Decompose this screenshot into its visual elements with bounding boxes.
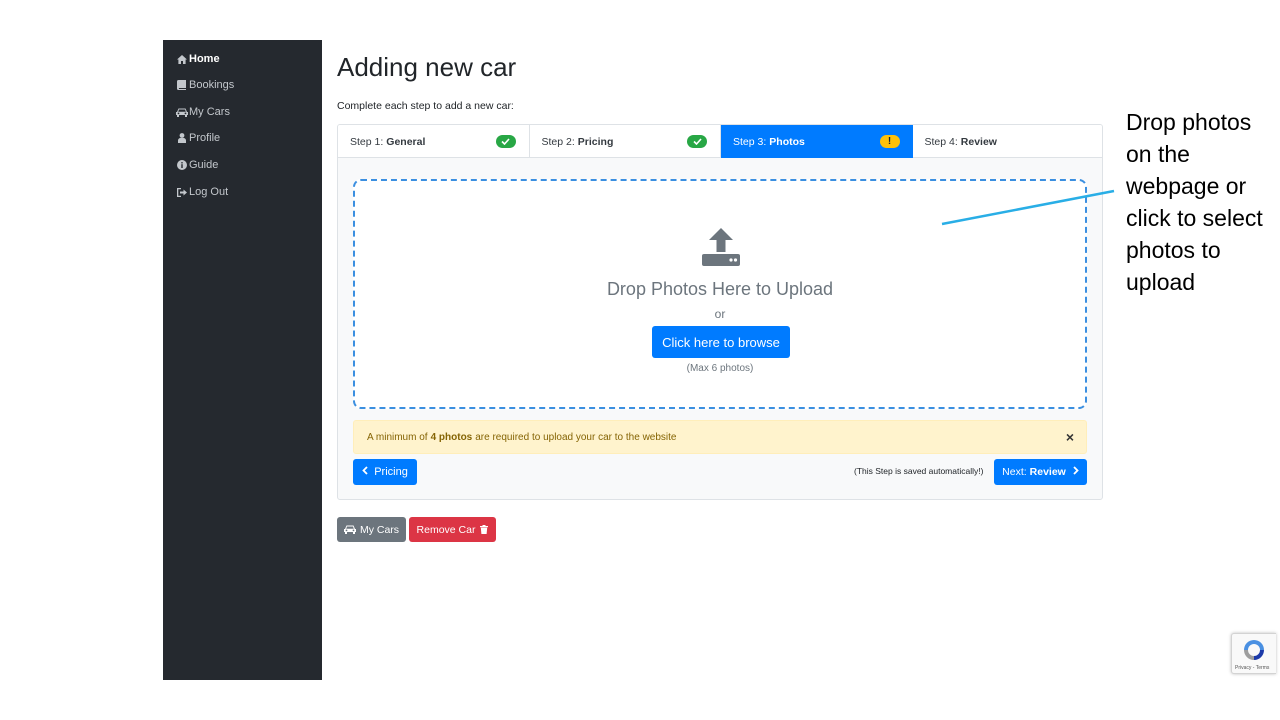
sidebar-item-label: Home — [189, 53, 220, 65]
chevron-right-icon — [1073, 466, 1079, 478]
book-icon — [174, 80, 189, 90]
recaptcha-badge[interactable]: Privacy - Terms — [1231, 633, 1276, 674]
step-prefix: Step 1: — [350, 135, 384, 148]
autosave-note: (This Step is saved automatically!) — [854, 466, 984, 476]
photo-dropzone[interactable]: Drop Photos Here to Upload or Click here… — [353, 179, 1087, 409]
info-icon — [174, 160, 189, 170]
trash-icon — [480, 525, 489, 534]
sidebar-item-profile[interactable]: Profile — [174, 128, 220, 148]
tab-step-general[interactable]: Step 1: General — [338, 125, 530, 158]
main-content: Adding new car Complete each step to add… — [322, 40, 1276, 680]
sidebar-item-label: Guide — [189, 159, 219, 171]
step-prefix: Step 2: — [541, 135, 575, 148]
sidebar-item-label: Profile — [189, 132, 221, 144]
check-icon — [495, 135, 516, 148]
dropzone-title: Drop Photos Here to Upload — [606, 279, 834, 299]
user-icon — [174, 133, 189, 143]
sidebar-item-label: Bookings — [189, 79, 235, 91]
page-title: Adding new car — [337, 52, 517, 82]
prev-step-button[interactable]: Pricing — [353, 459, 417, 485]
home-icon — [174, 54, 189, 64]
next-step-button[interactable]: Next: Review — [994, 459, 1087, 485]
warning-icon: ! — [879, 135, 900, 148]
sidebar-item-guide[interactable]: Guide — [174, 155, 218, 175]
recaptcha-icon — [1244, 640, 1264, 660]
alert-text-before: A minimum of — [367, 431, 428, 443]
wizard-card: Step 1: General Step 2: Pricing Step 3: Pho… — [337, 124, 1103, 500]
remove-car-button[interactable]: Remove Car — [409, 517, 496, 542]
dropzone-or: or — [714, 307, 726, 321]
step-name: Photos — [769, 135, 805, 148]
next-step-label: Review — [1029, 466, 1066, 478]
chevron-left-icon — [362, 466, 368, 478]
prev-step-label: Pricing — [374, 466, 408, 478]
my-cars-label: My Cars — [359, 523, 400, 536]
annotation-text: Drop photos on the webpage or click to s… — [1126, 109, 1263, 295]
step-prefix: Step 4: — [924, 135, 958, 148]
alert-text-bold: 4 photos — [430, 431, 473, 443]
browse-button[interactable]: Click here to browse — [652, 326, 790, 358]
remove-car-label: Remove Car — [416, 523, 476, 536]
step-name: General — [386, 135, 426, 148]
recaptcha-terms: Privacy - Terms — [1235, 665, 1270, 671]
step-prefix: Step 3: — [733, 135, 767, 148]
step-name: Pricing — [577, 135, 614, 148]
tab-step-pricing[interactable]: Step 2: Pricing — [530, 125, 721, 158]
car-icon — [343, 525, 356, 534]
sidebar-item-logout[interactable]: Log Out — [174, 182, 228, 202]
page-subtitle: Complete each step to add a new car: — [337, 100, 514, 112]
my-cars-button[interactable]: My Cars — [337, 517, 406, 542]
tab-step-review[interactable]: Step 4: Review — [913, 125, 1103, 158]
sidebar-item-home[interactable]: Home — [174, 49, 220, 69]
step-name: Review — [960, 135, 997, 148]
sidebar: Home Bookings My Cars Profile Guide Log … — [163, 40, 322, 680]
logout-icon — [174, 187, 189, 197]
alert-text-after: are required to upload your car to the w… — [475, 431, 677, 443]
min-photos-alert: A minimum of 4 photos are required to up… — [353, 420, 1087, 454]
upload-icon — [702, 228, 740, 266]
step-tabs: Step 1: General Step 2: Pricing Step 3: Pho… — [338, 125, 1103, 158]
sidebar-item-label: Log Out — [189, 186, 229, 198]
tab-step-photos[interactable]: Step 3: Photos ! — [721, 125, 913, 158]
app-screenshot: Home Bookings My Cars Profile Guide Log … — [163, 40, 1276, 680]
next-step-prefix: Next: — [1002, 466, 1027, 478]
check-icon — [687, 135, 707, 148]
max-photos-note: (Max 6 photos) — [686, 363, 754, 374]
sidebar-item-label: My Cars — [189, 106, 230, 118]
sidebar-item-my-cars[interactable]: My Cars — [174, 102, 230, 122]
car-icon — [174, 108, 189, 117]
sidebar-item-bookings[interactable]: Bookings — [174, 75, 234, 95]
close-icon[interactable]: × — [1066, 429, 1074, 445]
